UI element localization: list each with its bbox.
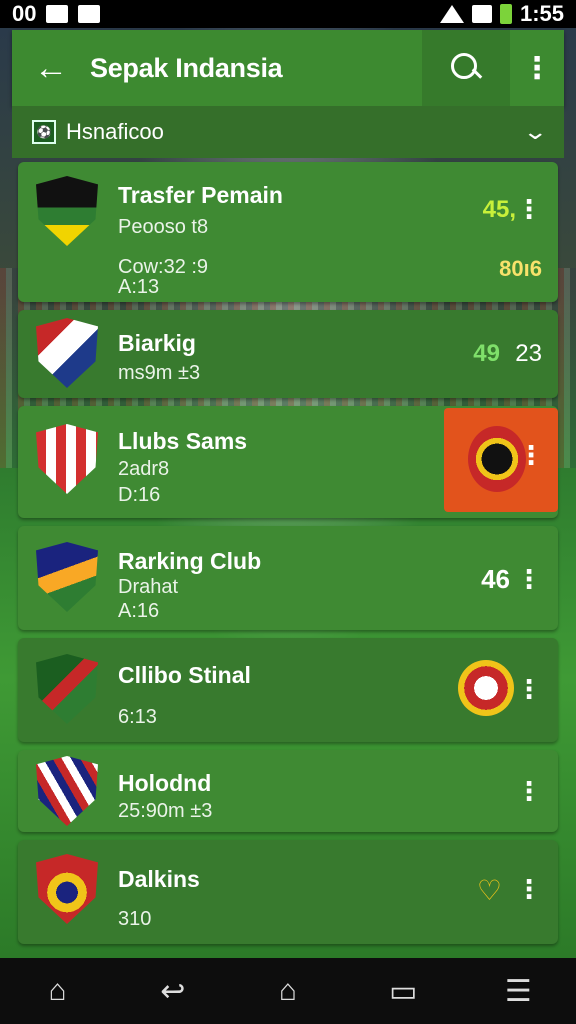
gallery-icon	[46, 5, 69, 23]
item-score: 45,	[482, 196, 516, 223]
item-subtitle: 310	[118, 908, 152, 930]
item-title: Trasfer Pemain	[118, 182, 283, 208]
back-arrow-icon[interactable]: ←	[12, 49, 90, 88]
status-left-text: 00	[12, 1, 37, 26]
notification-icon	[78, 5, 101, 23]
item-title: Holodnd	[118, 770, 212, 796]
signal-icon	[471, 5, 492, 23]
club-crest-icon	[36, 176, 98, 246]
item-subtitle: Drahat	[118, 576, 179, 598]
search-button[interactable]	[422, 30, 510, 106]
list-item[interactable]: Llubs Sams 2adr8 D:16 ⋮	[18, 406, 558, 518]
item-title: Rarking Club	[118, 548, 262, 574]
filter-dropdown[interactable]: ⚽ Hsnaficoo ⌄	[12, 106, 564, 158]
item-subtitle: 25:90m ±3	[118, 800, 213, 822]
chevron-down-icon[interactable]: ⌄	[522, 119, 548, 145]
featured-badge[interactable]: ⋮	[444, 408, 558, 512]
club-crest-icon	[36, 542, 98, 612]
list-item[interactable]: Holodnd 25:90m ±3 ⋮	[18, 750, 558, 832]
page-title: Sepak Indansia	[90, 52, 283, 83]
item-title: Dalkins	[118, 866, 200, 892]
item-more-icon[interactable]: ⋮	[516, 564, 542, 595]
item-more-icon[interactable]: ⋮	[516, 776, 542, 807]
item-subtitle: Peooso t8	[118, 216, 209, 238]
item-title: Cllibo Stinal	[118, 662, 251, 688]
item-score: 46	[481, 564, 510, 594]
favorite-heart-icon[interactable]: ♡	[477, 874, 502, 907]
list-item[interactable]: Trasfer Pemain Peooso t8 Cow:32 :9 A:13 …	[18, 162, 558, 302]
club-crest-icon	[36, 756, 98, 826]
wifi-icon	[439, 5, 464, 23]
back-icon[interactable]: ↩	[143, 974, 203, 1009]
item-title: Biarkig	[118, 330, 196, 356]
item-extra: 23	[515, 340, 542, 367]
search-icon	[451, 53, 481, 83]
club-crest-icon	[36, 318, 98, 388]
item-score: 49	[473, 340, 500, 367]
item-more-icon[interactable]: ⋮	[516, 874, 542, 905]
league-logo-icon: ⚽	[32, 120, 56, 144]
item-subtitle: 2adr8	[118, 458, 170, 480]
item-subtitle: 6:13	[118, 706, 157, 728]
filter-label: Hsnaficoo	[66, 119, 164, 144]
item-detail: A:13	[118, 276, 160, 298]
app-bar: ← Sepak Indansia ⋮	[12, 30, 564, 106]
home-icon[interactable]: ⌂	[28, 974, 88, 1008]
item-title: Llubs Sams	[118, 428, 248, 454]
club-crest-icon	[36, 654, 98, 724]
item-more-icon[interactable]: ⋮	[516, 674, 542, 705]
item-subtitle: ms9m ±3	[118, 362, 201, 384]
list-item[interactable]: Cllibo Stinal 6:13 ⋮	[18, 638, 558, 742]
battery-icon	[499, 4, 512, 24]
status-time: 1:55	[519, 1, 564, 26]
list-item[interactable]: Biarkig ms9m ±3 49 23	[18, 310, 558, 398]
overflow-menu-icon[interactable]: ⋮	[510, 51, 564, 86]
club-list: Trasfer Pemain Peooso t8 Cow:32 :9 A:13 …	[18, 162, 558, 952]
item-more-icon[interactable]: ⋮	[516, 194, 542, 225]
house-outline-icon[interactable]: ⌂	[258, 974, 318, 1008]
item-more-icon[interactable]: ⋮	[518, 440, 544, 471]
list-item[interactable]: Rarking Club Drahat A:16 46 ⋮	[18, 526, 558, 630]
club-emblem-icon	[458, 660, 514, 716]
item-detail: D:16	[118, 484, 161, 506]
recents-icon[interactable]: ▭	[373, 974, 433, 1009]
menu-icon[interactable]: ☰	[488, 974, 548, 1009]
bottom-nav: ⌂ ↩ ⌂ ▭ ☰	[0, 958, 576, 1024]
club-crest-icon	[36, 424, 98, 494]
status-bar: 00 1:55	[0, 0, 576, 28]
item-detail: A:16	[118, 600, 160, 622]
item-extra: 80ı6	[499, 256, 542, 281]
list-item[interactable]: Dalkins 310 ♡ ⋮	[18, 840, 558, 944]
club-crest-icon	[36, 854, 98, 924]
